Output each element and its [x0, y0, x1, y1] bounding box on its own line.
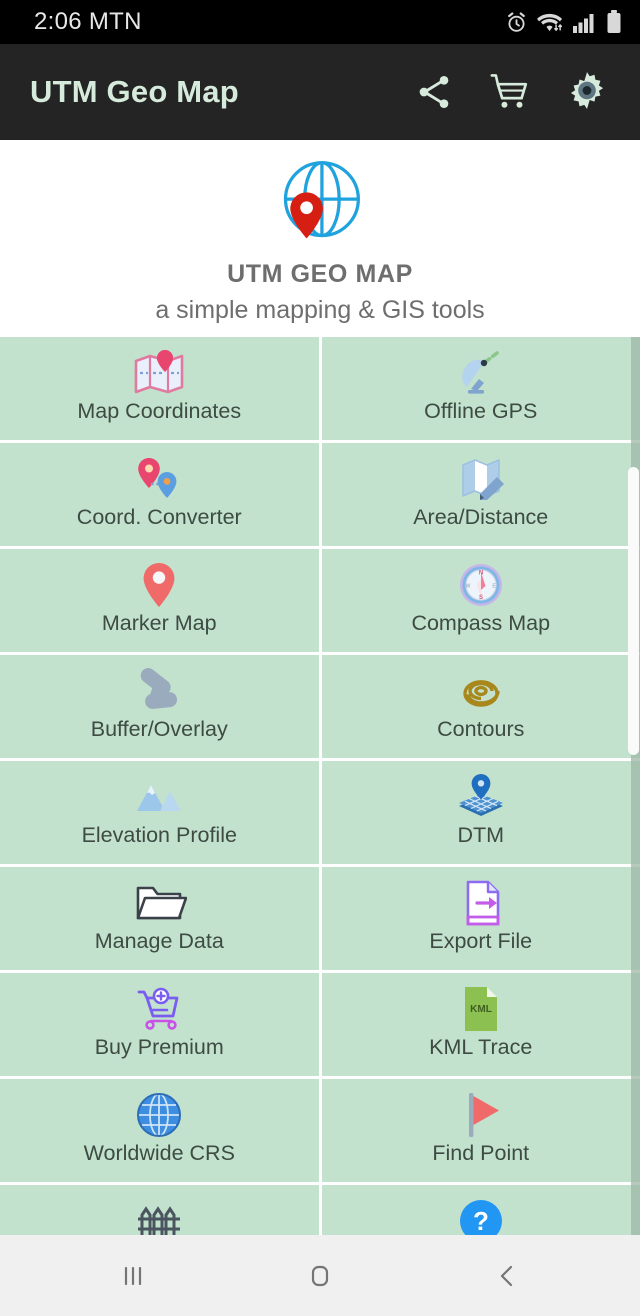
terrain-grid-pin-icon: [453, 771, 509, 823]
menu-item-marker-map[interactable]: Marker Map: [0, 549, 319, 652]
flag-icon: [456, 1089, 506, 1141]
app-screen: 2:06 MTN UTM Geo Map UTM GEO MAP a simpl…: [0, 0, 640, 1316]
menu-item-map-coordinates[interactable]: Map Coordinates: [0, 337, 319, 440]
menu-item-label: Buy Premium: [94, 1035, 224, 1059]
menu-item-find-point[interactable]: Find Point: [321, 1079, 640, 1182]
contour-spiral-icon: [455, 665, 507, 717]
map-pencil-icon: [453, 453, 509, 505]
menu-item-label: Coord. Converter: [76, 505, 242, 529]
menu-item-contours[interactable]: Contours: [321, 655, 640, 758]
cart-icon[interactable]: [488, 71, 530, 113]
svg-text:W: W: [465, 584, 470, 590]
menu-item-kml-trace[interactable]: KML KML Trace: [321, 973, 640, 1076]
app-bar: UTM Geo Map: [0, 44, 640, 140]
two-pins-icon: [131, 453, 187, 505]
menu-item-offline-gps[interactable]: Offline GPS: [321, 337, 640, 440]
battery-icon: [606, 10, 622, 34]
app-title: UTM Geo Map: [30, 74, 239, 109]
satellite-dish-icon: [453, 347, 509, 399]
back-button[interactable]: [462, 1259, 552, 1293]
status-bar-icons: [505, 10, 622, 34]
recents-button[interactable]: [88, 1259, 178, 1293]
menu-item-label: Marker Map: [101, 611, 217, 635]
wifi-icon: [537, 11, 564, 33]
menu-item-dtm[interactable]: DTM: [321, 761, 640, 864]
menu-grid: Map Coordinates Offline GPS Coord. Conve…: [0, 337, 640, 1235]
app-bar-actions: [414, 69, 618, 115]
menu-item-label: Compass Map: [411, 611, 551, 635]
brand-title: UTM GEO MAP: [227, 260, 413, 288]
menu-item-compass-map[interactable]: N S E W Compass Map: [321, 549, 640, 652]
gear-icon[interactable]: [564, 69, 610, 115]
share-icon[interactable]: [414, 72, 454, 112]
help-circle-icon: ?: [458, 1195, 504, 1235]
file-export-icon: [456, 877, 506, 929]
menu-item-label: Manage Data: [94, 929, 224, 953]
map-marker-icon: [131, 559, 187, 611]
menu-item-manage-data[interactable]: Manage Data: [0, 867, 319, 970]
cellular-signal-icon: [573, 12, 597, 33]
folder-icon: [131, 877, 188, 929]
buffer-overlay-icon: [131, 665, 187, 717]
menu-grid-scroll-area[interactable]: Map Coordinates Offline GPS Coord. Conve…: [0, 337, 640, 1235]
scrollbar-thumb[interactable]: [628, 467, 639, 755]
menu-item-buffer-overlay[interactable]: Buffer/Overlay: [0, 655, 319, 758]
brand-block: UTM GEO MAP a simple mapping & GIS tools: [0, 140, 640, 337]
menu-item-label: Find Point: [432, 1141, 530, 1165]
menu-item-label: Offline GPS: [424, 399, 538, 423]
system-nav-bar: [0, 1235, 640, 1316]
globe-icon: [135, 1089, 183, 1141]
menu-item-export-file[interactable]: Export File: [321, 867, 640, 970]
globe-pin-logo: [0, 154, 640, 250]
menu-item-label: Area/Distance: [413, 505, 549, 529]
menu-item-coord-converter[interactable]: Coord. Converter: [0, 443, 319, 546]
menu-item-area-distance[interactable]: Area/Distance: [321, 443, 640, 546]
svg-text:KML: KML: [470, 1004, 492, 1015]
menu-item-worldwide-crs[interactable]: Worldwide CRS: [0, 1079, 319, 1182]
menu-item-help[interactable]: ?: [321, 1185, 640, 1235]
fence-icon: [132, 1195, 186, 1235]
menu-item-label: Worldwide CRS: [83, 1141, 235, 1165]
mountains-icon: [131, 771, 187, 823]
menu-item-label: Elevation Profile: [81, 823, 237, 847]
alarm-icon: [505, 11, 528, 34]
home-button[interactable]: [275, 1259, 365, 1293]
compass-icon: N S E W: [456, 559, 506, 611]
menu-item-elevation-profile[interactable]: Elevation Profile: [0, 761, 319, 864]
menu-item-label: KML Trace: [429, 1035, 533, 1059]
folded-map-pin-icon: [131, 347, 187, 399]
svg-text:S: S: [479, 595, 483, 601]
status-bar-clock: 2:06 MTN: [34, 8, 142, 35]
menu-item-fence[interactable]: [0, 1185, 319, 1235]
menu-item-label: Export File: [429, 929, 533, 953]
svg-text:N: N: [479, 571, 483, 577]
menu-item-buy-premium[interactable]: Buy Premium: [0, 973, 319, 1076]
menu-item-label: Contours: [437, 717, 525, 741]
menu-item-label: Buffer/Overlay: [90, 717, 228, 741]
status-bar: 2:06 MTN: [0, 0, 640, 44]
brand-subtitle: a simple mapping & GIS tools: [155, 296, 485, 324]
kml-file-icon: KML: [459, 983, 503, 1035]
menu-item-label: DTM: [457, 823, 505, 847]
cart-plus-icon: [131, 983, 187, 1035]
svg-text:?: ?: [473, 1206, 489, 1235]
menu-item-label: Map Coordinates: [77, 399, 242, 423]
